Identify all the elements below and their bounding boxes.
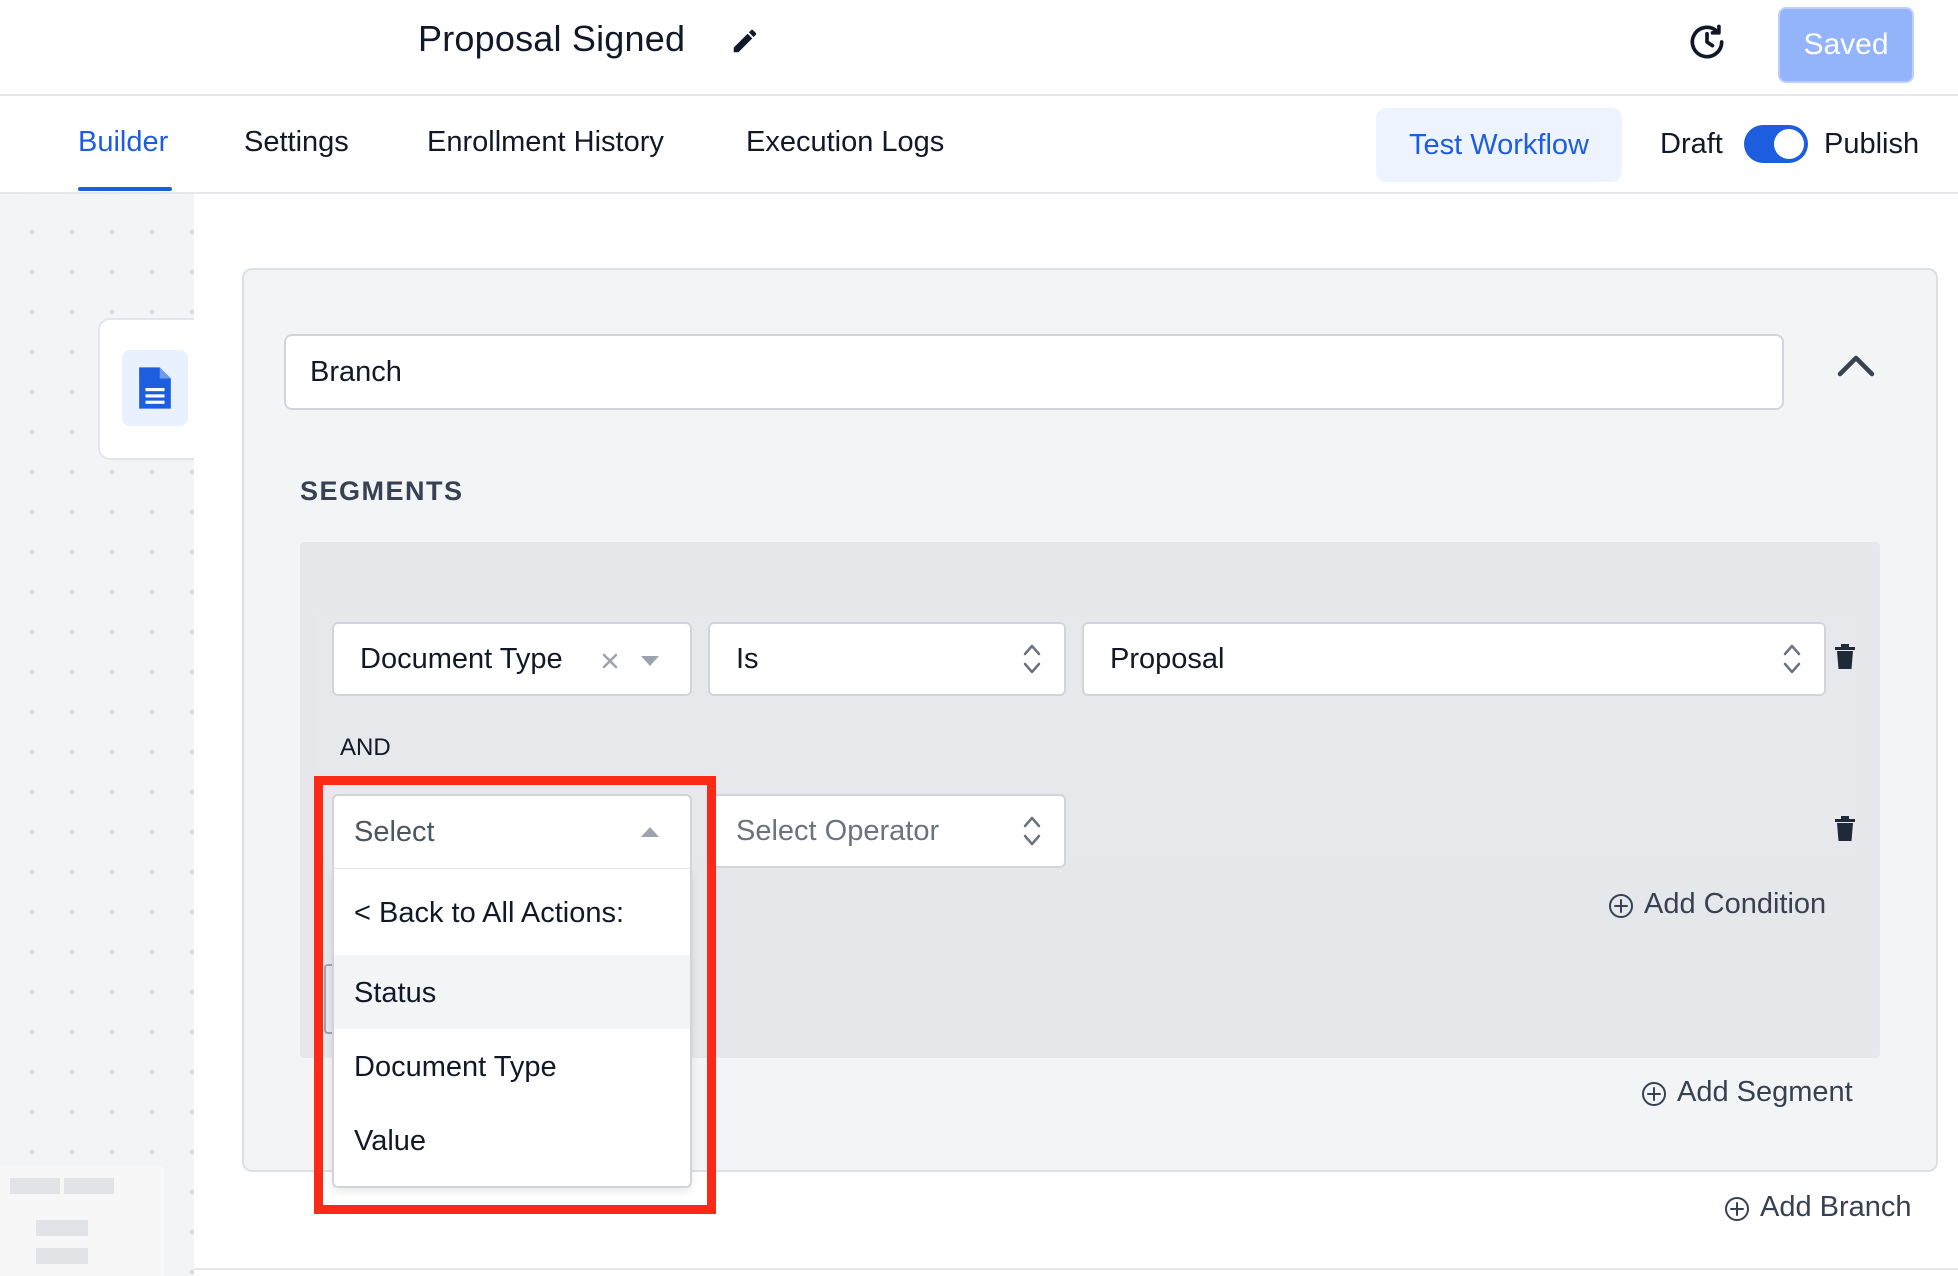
sort-updown-icon	[1023, 816, 1041, 846]
clear-icon[interactable]	[600, 651, 620, 671]
test-workflow-button[interactable]: Test Workflow	[1376, 108, 1622, 182]
add-branch-button[interactable]: Add Branch	[1724, 1191, 1924, 1231]
tab-settings[interactable]: Settings	[244, 126, 349, 159]
chevron-up-icon[interactable]	[1836, 350, 1876, 380]
clock-history-icon[interactable]	[1685, 20, 1729, 64]
condition-operator-value: Is	[736, 643, 759, 675]
minimap[interactable]	[0, 1166, 164, 1276]
condition-operator-select[interactable]: Is	[708, 622, 1066, 696]
dropdown-option-status[interactable]: Status	[334, 955, 690, 1029]
caret-down-icon	[641, 656, 659, 666]
tab-builder[interactable]: Builder	[78, 126, 168, 159]
add-segment-button[interactable]: Add Segment	[1641, 1076, 1861, 1116]
toggle-knob	[1774, 129, 1804, 159]
plus-circle-icon	[1609, 894, 1633, 918]
minimap-block	[10, 1178, 60, 1194]
saved-button[interactable]: Saved	[1778, 7, 1914, 83]
node-icon-container	[122, 350, 188, 426]
dropdown-option-value[interactable]: Value	[334, 1103, 690, 1177]
minimap-block	[36, 1220, 88, 1236]
segments-heading: SEGMENTS	[300, 476, 464, 506]
plus-circle-icon	[1725, 1197, 1749, 1221]
top-bar: Proposal Signed Saved	[0, 0, 1958, 96]
tab-execution-logs[interactable]: Execution Logs	[746, 126, 944, 159]
and-operator-label: AND	[340, 734, 391, 761]
active-tab-indicator	[78, 187, 172, 191]
add-branch-label: Add Branch	[1760, 1191, 1912, 1223]
draft-label: Draft	[1660, 128, 1723, 160]
document-icon	[139, 367, 171, 409]
publish-label: Publish	[1824, 128, 1920, 160]
branch-name-input[interactable]	[284, 334, 1784, 410]
caret-up-icon	[641, 827, 659, 837]
hidden-element-edge	[324, 964, 332, 1034]
minimap-block	[64, 1178, 114, 1194]
condition-2-field-select[interactable]	[332, 794, 692, 868]
workflow-title: Proposal Signed	[418, 18, 686, 59]
add-segment-label: Add Segment	[1677, 1076, 1853, 1108]
trash-icon[interactable]	[1834, 816, 1856, 842]
plus-circle-icon	[1642, 1082, 1666, 1106]
nav-bar: Builder Settings Enrollment History Exec…	[0, 98, 1958, 194]
condition-2-operator-select[interactable]: Select Operator	[708, 794, 1066, 868]
condition-value-text: Proposal	[1110, 643, 1225, 675]
dropdown-option-document-type[interactable]: Document Type	[334, 1029, 690, 1103]
sort-updown-icon	[1023, 644, 1041, 674]
tab-enrollment-history[interactable]: Enrollment History	[427, 126, 664, 159]
pencil-icon[interactable]	[730, 26, 760, 56]
trash-icon[interactable]	[1834, 644, 1856, 670]
condition-2-operator-placeholder: Select Operator	[736, 815, 940, 847]
condition-field-select[interactable]: Document Type	[332, 622, 692, 696]
condition-field-value: Document Type	[360, 643, 563, 675]
add-condition-label: Add Condition	[1644, 888, 1827, 920]
sort-updown-icon	[1783, 644, 1801, 674]
back-to-all-actions-option[interactable]: < Back to All Actions:	[334, 875, 690, 949]
field-dropdown-menu: < Back to All Actions: Status Document T…	[332, 868, 692, 1188]
add-condition-button[interactable]: Add Condition	[1608, 888, 1838, 928]
minimap-block	[36, 1248, 88, 1264]
field-search-input[interactable]	[354, 812, 614, 852]
bottom-divider	[194, 1268, 1958, 1270]
condition-value-select[interactable]: Proposal	[1082, 622, 1826, 696]
publish-toggle[interactable]	[1744, 125, 1808, 163]
